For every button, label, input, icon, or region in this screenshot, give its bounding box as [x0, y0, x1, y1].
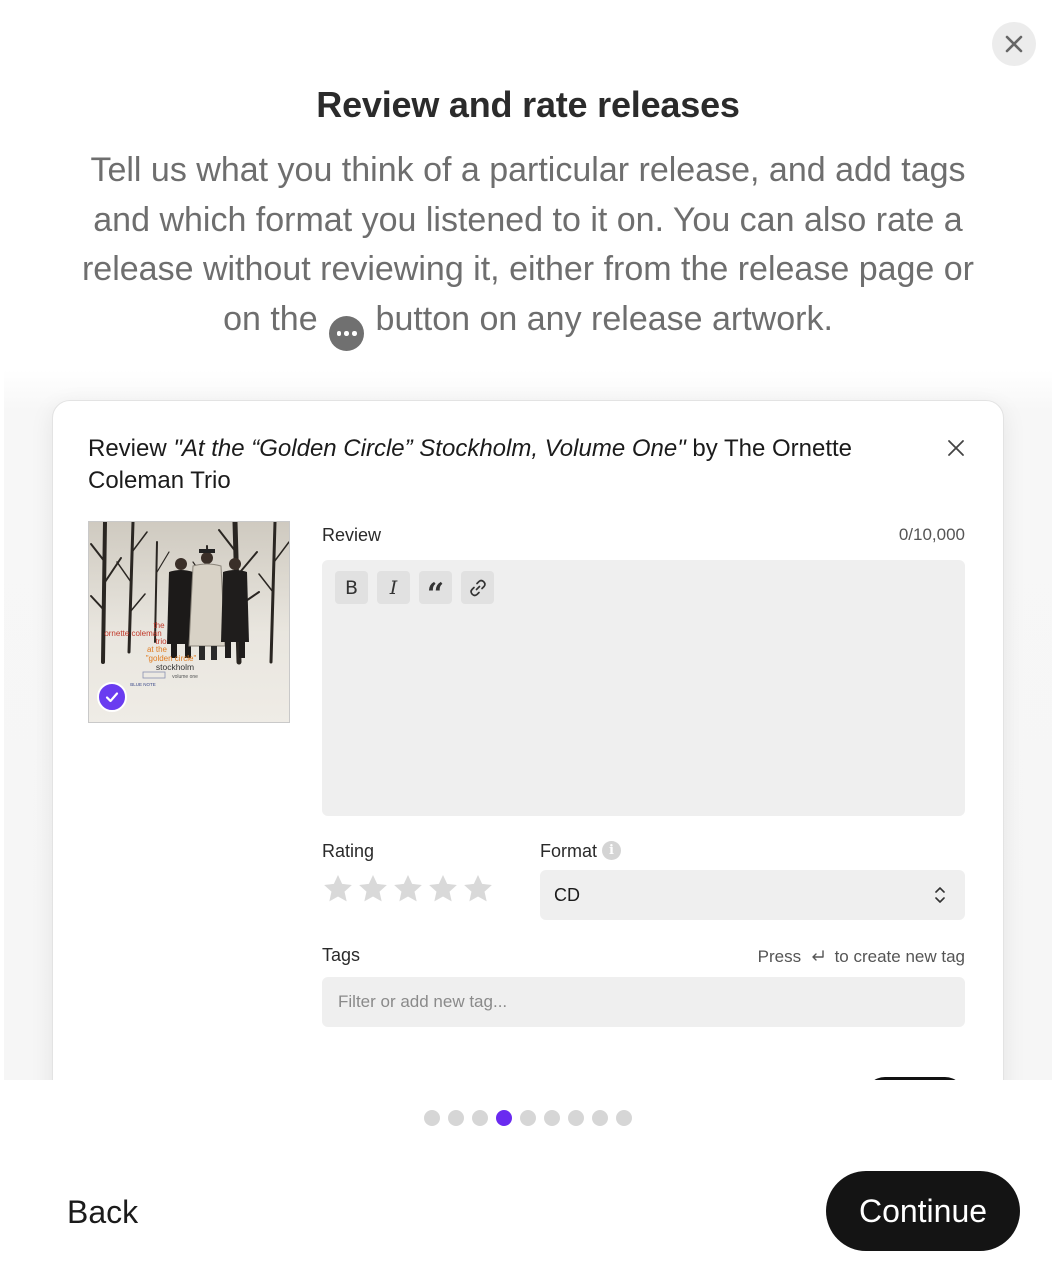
review-title-prefix: Review [88, 435, 174, 462]
star-icon[interactable] [357, 873, 389, 905]
review-label: Review [322, 525, 382, 545]
rating-label: Rating [322, 841, 375, 861]
star-icon[interactable] [462, 873, 494, 905]
tags-hint: Press to create new tag [693, 947, 965, 967]
step-dot[interactable] [616, 1110, 632, 1126]
cover-text-at-the: at the [147, 645, 168, 654]
close-icon [948, 440, 964, 456]
star-icon[interactable] [322, 873, 354, 905]
review-dialog: Review "At the “Golden Circle” Stockholm… [52, 400, 1004, 1080]
quote-button[interactable]: “ [419, 571, 452, 612]
cover-text-label: BLUE NOTE [130, 682, 156, 687]
preview-area: Review "At the “Golden Circle” Stockholm… [4, 370, 1052, 1080]
step-dot[interactable] [472, 1110, 488, 1126]
info-icon[interactable]: i [602, 841, 621, 860]
format-select[interactable]: CD [540, 870, 965, 920]
album-cover: the ornette coleman trio at the "golden … [88, 521, 290, 723]
step-dot[interactable] [544, 1110, 560, 1126]
format-label: Format [540, 841, 598, 861]
enter-key-icon [812, 950, 824, 961]
star-icon[interactable] [392, 873, 424, 905]
check-icon [105, 692, 119, 703]
step-dot[interactable] [568, 1110, 584, 1126]
link-button[interactable] [461, 571, 494, 604]
cover-text-volume: volume one [172, 674, 198, 680]
more-options-icon [329, 315, 365, 351]
back-button[interactable]: Back [46, 1176, 159, 1248]
step-dot[interactable] [592, 1110, 608, 1126]
step-dot[interactable] [448, 1110, 464, 1126]
close-icon [1005, 35, 1023, 53]
tags-hint-press: Press [757, 947, 802, 966]
chevron-up-down-icon [935, 887, 945, 903]
tags-hint-text: to create new tag [834, 947, 965, 966]
tags-label: Tags [322, 945, 361, 965]
character-counter: 0/10,000 [898, 525, 965, 544]
star-rating[interactable] [322, 873, 494, 905]
format-value: CD [554, 884, 580, 905]
star-icon[interactable] [427, 873, 459, 905]
quote-label: “ [426, 577, 445, 612]
release-title: "At the “Golden Circle” Stockholm, Volum… [173, 435, 686, 462]
review-editor[interactable]: B I “ [322, 560, 965, 816]
italic-label: I [389, 576, 398, 599]
italic-button[interactable]: I [377, 571, 410, 604]
step-dot[interactable] [520, 1110, 536, 1126]
review-close-button[interactable] [939, 431, 973, 465]
info-glyph: i [609, 843, 614, 858]
page-title: Review and rate releases [316, 84, 740, 125]
cover-text-name: ornette coleman [104, 629, 161, 638]
step-dot[interactable] [424, 1110, 440, 1126]
step-indicator [424, 1110, 632, 1126]
page-description: Tell us what you think of a particular r… [78, 146, 978, 351]
review-dialog-title: Review "At the “Golden Circle” Stockholm… [88, 433, 918, 497]
save-review-button[interactable] [865, 1077, 965, 1080]
cover-text-city: stockholm [156, 662, 194, 672]
description-text-end: button on any release artwork. [375, 299, 833, 338]
rated-check-badge [97, 682, 127, 712]
continue-button[interactable]: Continue [826, 1171, 1020, 1251]
bold-label: B [344, 576, 359, 599]
link-icon [469, 579, 486, 596]
step-dot-active[interactable] [496, 1110, 512, 1126]
tag-input[interactable] [322, 977, 965, 1027]
bold-button[interactable]: B [335, 571, 368, 604]
close-button[interactable] [992, 22, 1036, 66]
